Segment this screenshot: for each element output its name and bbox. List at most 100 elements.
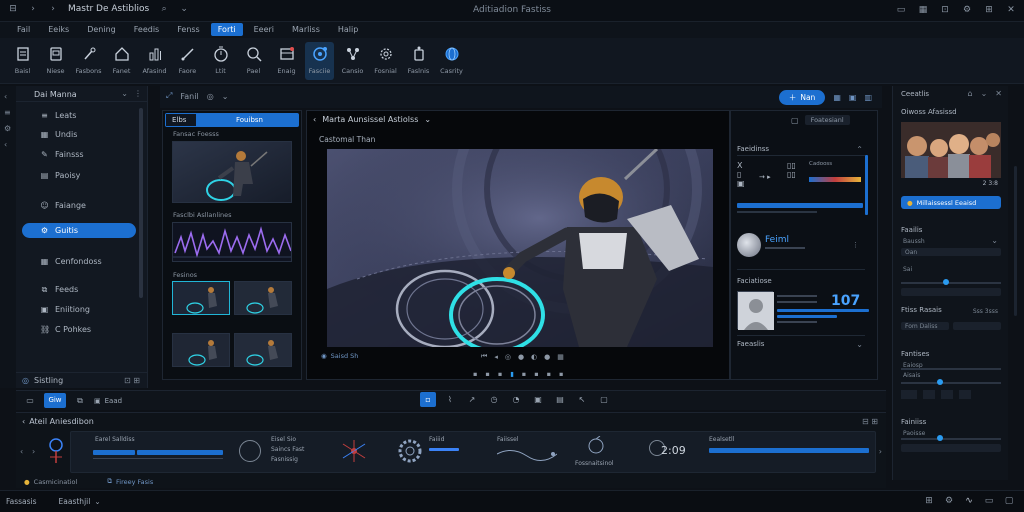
chevron-down-icon[interactable]: ⌄: [856, 340, 863, 349]
chevron-down-icon[interactable]: ⌄: [991, 236, 998, 245]
select-icon[interactable]: ▫: [420, 392, 436, 407]
kf-bar[interactable]: [429, 448, 459, 451]
tick-icon[interactable]: ▪: [534, 370, 538, 378]
ribbon-tool-5[interactable]: Faore: [173, 42, 202, 80]
property-bar[interactable]: [737, 203, 863, 208]
menu-item-2[interactable]: Dening: [80, 23, 123, 36]
chevron-down-icon[interactable]: ⌄: [981, 89, 988, 98]
kf-mic-icon[interactable]: [585, 436, 607, 458]
menu-item-8[interactable]: Halip: [331, 23, 365, 36]
menu-item-6[interactable]: Eeeri: [247, 23, 281, 36]
link-icon[interactable]: ↖: [574, 392, 590, 407]
list-icon[interactable]: ≡: [4, 108, 11, 117]
window-icon[interactable]: ▢: [1004, 496, 1014, 506]
menu-item-7[interactable]: Marliss: [285, 23, 327, 36]
field-from[interactable]: Fom Daliss: [901, 322, 949, 330]
tick-icon[interactable]: ▪: [547, 370, 551, 378]
settings-icon[interactable]: ▣: [849, 93, 857, 102]
stat-button[interactable]: [901, 390, 917, 399]
tick-icon[interactable]: ▪: [559, 370, 563, 378]
lock-icon[interactable]: ⊡: [940, 5, 950, 15]
lock-icon[interactable]: ▭: [896, 5, 906, 15]
ribbon-tool-11[interactable]: Fosnial: [371, 42, 400, 80]
chevron-down-icon[interactable]: ⌄: [94, 497, 100, 506]
asset-thumb-pose-2[interactable]: [234, 281, 292, 315]
nav-item-8[interactable]: ▣ Eniitiong: [22, 302, 136, 317]
view-button[interactable]: Giw: [44, 393, 66, 408]
close-icon[interactable]: ✕: [995, 89, 1002, 98]
more-icon[interactable]: ⋮: [852, 241, 859, 249]
new-button[interactable]: ＋ Nan: [778, 90, 826, 105]
skip-back-icon[interactable]: ⏮: [481, 352, 487, 361]
field-to[interactable]: [953, 322, 1001, 330]
asset-thumb-pose-1[interactable]: [172, 281, 230, 315]
settings-icon[interactable]: ⚙: [962, 5, 972, 15]
nav-item-1[interactable]: ▦ Undis: [22, 127, 136, 142]
slider-track[interactable]: [901, 368, 1001, 370]
nav-item-0[interactable]: ≡ Leats: [22, 108, 136, 123]
chevron-left-icon[interactable]: ‹: [22, 417, 25, 426]
properties-scrollbar[interactable]: [865, 155, 868, 215]
asset-tab-elbs[interactable]: Elbs: [166, 114, 196, 126]
expand-icon[interactable]: ⊡ ⊞: [124, 376, 140, 385]
field-row[interactable]: [901, 288, 1001, 296]
preview-image[interactable]: [901, 122, 1001, 178]
ribbon-tool-0[interactable]: Baisl: [8, 42, 37, 80]
play-icon[interactable]: ›: [32, 447, 35, 456]
signal-icon[interactable]: ∿: [964, 496, 974, 506]
chevron-down-icon[interactable]: ⌄: [121, 89, 128, 98]
left-scrollbar[interactable]: [139, 108, 143, 298]
settings-icon[interactable]: ⚙: [944, 496, 954, 506]
chevron-down-icon[interactable]: ⌄: [424, 115, 431, 124]
panel-icon[interactable]: ▥: [864, 93, 872, 102]
tick-icon[interactable]: ▪: [522, 370, 526, 378]
kf-nodes-icon[interactable]: [341, 438, 367, 464]
kf-gear-icon[interactable]: [395, 436, 425, 466]
panel-icon[interactable]: ▭: [22, 393, 38, 408]
tick-icon[interactable]: ▪: [498, 370, 502, 378]
loop-icon[interactable]: ◐: [531, 353, 537, 361]
asset-thumb-pose-3[interactable]: [172, 333, 230, 367]
ribbon-tool-7[interactable]: Pael: [239, 42, 268, 80]
settings-icon[interactable]: ⚙: [4, 124, 11, 133]
viewport-scene[interactable]: [327, 149, 713, 347]
asset-thumb-character[interactable]: [172, 141, 292, 203]
ribbon-tool-10[interactable]: Cansio: [338, 42, 367, 80]
grid-icon[interactable]: ▣: [94, 397, 101, 405]
nav-item-3[interactable]: ▤ Paoisy: [22, 168, 136, 183]
avatar[interactable]: [737, 233, 761, 257]
right-scrollbar[interactable]: [1014, 166, 1017, 316]
slider-knob[interactable]: [937, 435, 943, 441]
square-icon[interactable]: ▢: [791, 116, 799, 125]
nav-item-6[interactable]: ▦ Cenfondoss: [22, 254, 136, 269]
ribbon-tool-4[interactable]: Afasind: [140, 42, 169, 80]
playhead-icon[interactable]: ▮: [510, 370, 514, 378]
pen-icon[interactable]: ↗: [464, 392, 480, 407]
target-icon[interactable]: ◎: [505, 353, 511, 361]
grid-icon[interactable]: ▦: [833, 93, 841, 102]
slider-knob[interactable]: [943, 279, 949, 285]
portrait-thumbnail[interactable]: [737, 291, 774, 330]
menu-item-1[interactable]: Eeiks: [41, 23, 76, 36]
ribbon-tool-2[interactable]: Fasbons: [74, 42, 103, 80]
arrow-icon[interactable]: ⤢: [166, 91, 172, 101]
menu-item-0[interactable]: Fail: [10, 23, 37, 36]
ribbon-tool-13[interactable]: Casrity: [437, 42, 466, 80]
nav-item-7[interactable]: ⧉ Feeds: [22, 282, 136, 297]
chevron-left-icon[interactable]: ‹: [313, 115, 316, 124]
grid-icon[interactable]: ⊞: [924, 496, 934, 506]
stat-button[interactable]: [941, 390, 953, 399]
breadcrumb-label[interactable]: Fanil: [180, 92, 198, 101]
ribbon-tool-9[interactable]: Fasciie: [305, 42, 334, 80]
tools-label[interactable]: Foatesianl: [804, 115, 850, 125]
asset-tab-fouibsn[interactable]: Fouibsn: [196, 114, 298, 126]
ribbon-tool-3[interactable]: Fanet: [107, 42, 136, 80]
chevron-left-icon[interactable]: ‹: [20, 447, 23, 456]
tick-icon[interactable]: ▪: [485, 370, 489, 378]
copy-icon[interactable]: ⧉: [72, 393, 88, 408]
color-gradient[interactable]: [809, 177, 861, 182]
ribbon-tool-1[interactable]: Niese: [41, 42, 70, 80]
menu-item-3[interactable]: Feedis: [127, 23, 166, 36]
kf-bar[interactable]: [709, 448, 869, 453]
brush-icon[interactable]: ⌇: [442, 392, 458, 407]
